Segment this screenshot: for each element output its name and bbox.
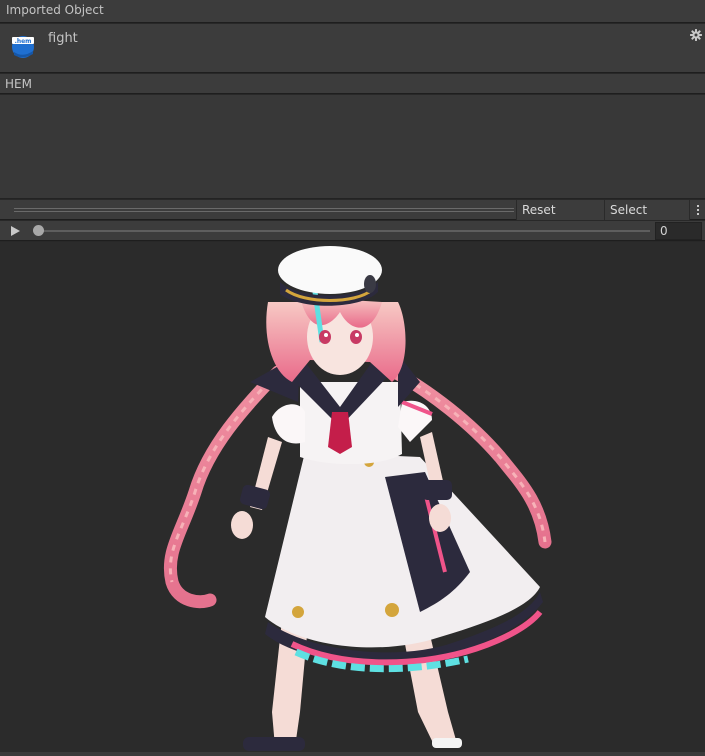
inspector-body [0, 95, 705, 199]
preview-bottom-edge [0, 752, 705, 756]
preview-toolbar: Reset camera Select Model [0, 200, 705, 237]
character-model-render [163, 246, 552, 751]
asset-icon-label: .hem [15, 38, 32, 45]
reset-camera-button[interactable]: Reset camera [516, 200, 604, 237]
section-title: HEM [5, 77, 32, 91]
asset-header: .hem fight [0, 24, 705, 73]
window-title: Imported Object [6, 3, 104, 17]
resize-grip[interactable] [14, 211, 514, 212]
frame-input[interactable] [655, 222, 702, 240]
timeline-slider-thumb[interactable] [33, 225, 44, 236]
hem-file-icon: .hem [9, 32, 37, 60]
select-model-button[interactable]: Select Model [604, 200, 689, 237]
kebab-menu-icon[interactable] [689, 200, 705, 220]
timeline-slider[interactable] [36, 230, 650, 232]
gear-icon[interactable] [690, 29, 702, 41]
play-icon[interactable] [3, 222, 27, 240]
window-titlebar: Imported Object [0, 0, 705, 23]
resize-grip[interactable] [14, 208, 514, 209]
model-preview-viewport[interactable] [0, 242, 705, 756]
section-header: HEM [0, 74, 705, 94]
animation-timeline [0, 221, 705, 241]
asset-name: fight [48, 31, 78, 46]
